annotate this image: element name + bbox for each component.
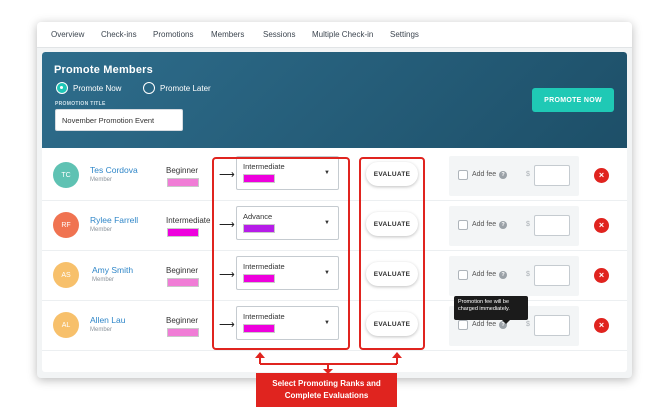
add-fee-checkbox[interactable] [458,170,468,180]
callout-line-2: Complete Evaluations [284,390,369,400]
member-name[interactable]: Rylee Farrell [90,215,138,225]
nav-members[interactable]: Members [211,30,244,39]
fee-amount-input[interactable] [534,165,570,186]
fee-amount-input[interactable] [534,315,570,336]
nav-multiple-check-in[interactable]: Multiple Check-in [312,30,373,39]
currency-symbol: $ [526,271,530,278]
current-rank-swatch [167,178,199,187]
current-rank-label: Beginner [166,316,199,325]
member-name[interactable]: Tes Cordova [90,165,138,175]
avatar: AL [53,312,79,338]
remove-member-button[interactable]: × [594,168,609,183]
current-rank-swatch [167,278,199,287]
current-rank-label: Beginner [166,166,199,175]
callout-line-1: Select Promoting Ranks and [272,379,381,388]
add-fee-checkbox[interactable] [458,320,468,330]
promotion-title-label: PROMOTION TITLE [55,101,106,107]
help-icon[interactable]: ? [499,221,507,229]
add-fee-label: Add fee [472,321,497,328]
fee-amount-input[interactable] [534,265,570,286]
current-rank-swatch [167,328,199,337]
member-name[interactable]: Allen Lau [90,315,125,325]
remove-member-button[interactable]: × [594,218,609,233]
promote-header: Promote Members Promote Now Promote Late… [42,52,627,148]
member-role: Member [90,327,113,333]
promotion-title-input[interactable] [55,109,183,131]
current-rank-label: Beginner [166,266,199,275]
add-fee-checkbox[interactable] [458,220,468,230]
rank-select-highlight [212,157,350,350]
help-icon[interactable]: ? [499,271,507,279]
evaluate-highlight [359,157,425,350]
remove-member-button[interactable]: × [594,318,609,333]
callout-bracket [255,352,402,374]
radio-checked-icon [56,82,68,94]
nav-settings[interactable]: Settings [390,30,419,39]
callout-label: Select Promoting Ranks and Complete Eval… [256,373,397,407]
currency-symbol: $ [526,171,530,178]
member-role: Member [90,227,113,233]
help-icon[interactable]: ? [499,171,507,179]
avatar: TC [53,162,79,188]
currency-symbol: $ [526,321,530,328]
member-name[interactable]: Amy Smith [92,265,133,275]
nav-sessions[interactable]: Sessions [263,30,295,39]
current-rank-label: Intermediate [166,216,211,225]
page-title: Promote Members [54,64,153,76]
member-role: Member [90,177,113,183]
promote-now-radio[interactable]: Promote Now [56,81,121,95]
nav-check-ins[interactable]: Check-ins [101,30,137,39]
member-role: Member [92,277,115,283]
nav-overview[interactable]: Overview [51,30,84,39]
avatar: AS [53,262,79,288]
fee-amount-input[interactable] [534,215,570,236]
remove-member-button[interactable]: × [594,268,609,283]
add-fee-label: Add fee [472,171,497,178]
top-navigation: Overview Check-ins Promotions Members Se… [37,22,632,48]
promote-now-label: Promote Now [73,83,122,93]
avatar: RF [53,212,79,238]
currency-symbol: $ [526,221,530,228]
fee-tooltip: Promotion fee will be charged immediatel… [454,296,528,324]
fee-section: Add fee ? $ [449,156,579,196]
fee-section: Add fee ? $ [449,256,579,296]
promote-later-label: Promote Later [160,83,211,93]
radio-unchecked-icon [143,82,155,94]
add-fee-label: Add fee [472,271,497,278]
promote-later-radio[interactable]: Promote Later [143,81,211,95]
nav-promotions[interactable]: Promotions [153,30,193,39]
promote-now-button[interactable]: PROMOTE NOW [532,88,614,112]
current-rank-swatch [167,228,199,237]
fee-section: Add fee ? $ [449,206,579,246]
add-fee-checkbox[interactable] [458,270,468,280]
add-fee-label: Add fee [472,221,497,228]
